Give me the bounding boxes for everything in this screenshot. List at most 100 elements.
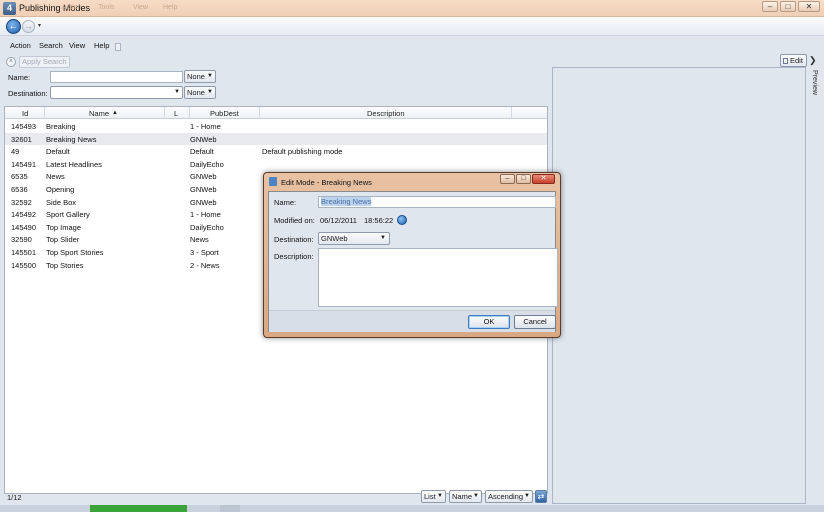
menu-help[interactable]: Help: [94, 41, 109, 50]
menu-action[interactable]: Action: [10, 41, 31, 50]
table-row[interactable]: 32601 Breaking News GNWeb: [5, 132, 547, 146]
cell-name: News: [46, 172, 65, 182]
column-header-description[interactable]: Description: [367, 109, 405, 118]
chevron-down-icon: ▼: [174, 89, 180, 95]
column-separator[interactable]: [511, 107, 512, 119]
dialog-body: Name: Breaking News Modified on: 06/12/2…: [268, 191, 558, 332]
taskbar-item[interactable]: [220, 505, 240, 512]
cell-id: 145492: [11, 210, 37, 220]
chevron-down-icon: ▼: [207, 73, 213, 79]
destination-filter-dropdown[interactable]: ▼: [50, 86, 183, 99]
back-arrow-icon[interactable]: ←: [6, 19, 21, 34]
view-mode-dropdown[interactable]: List ▼: [421, 490, 446, 503]
cell-pubdest: GNWeb: [190, 185, 217, 194]
dialog-description-input[interactable]: [318, 248, 558, 307]
cell-pubdest: News: [190, 235, 209, 245]
ghost-menu-view: View: [133, 4, 149, 11]
name-operator-dropdown[interactable]: None ▼: [184, 70, 216, 83]
column-separator[interactable]: [259, 107, 260, 119]
menu-view[interactable]: View: [69, 41, 85, 50]
dialog-app-icon: [269, 177, 277, 186]
dialog-title: Edit Mode - Breaking News: [281, 178, 372, 187]
dialog-minimize-button[interactable]: –: [500, 174, 515, 184]
sort-field-value: Name: [452, 492, 473, 501]
chevron-right-icon[interactable]: ❯: [809, 55, 817, 66]
column-separator[interactable]: [164, 107, 165, 119]
edit-button-label: Edit: [790, 56, 803, 65]
cell-name: Sport Gallery: [46, 210, 90, 220]
modified-date: 06/12/2011: [320, 216, 357, 225]
dialog-destination-dropdown[interactable]: GNWeb ▼: [318, 232, 390, 245]
cell-id: 32601: [11, 134, 32, 144]
edit-mode-dialog: Edit Mode - Breaking News – □ ✕ Name: Br…: [263, 172, 561, 338]
destination-operator-value: None: [187, 88, 205, 97]
cell-id: 145501: [11, 248, 37, 257]
dialog-name-input[interactable]: Breaking News: [318, 196, 556, 208]
cell-id: 145490: [11, 222, 37, 232]
cell-id: 6535: [11, 172, 28, 182]
cell-pubdest: 2 - News: [190, 260, 220, 270]
grid-header: Id Name ▲ L PubDest Description: [5, 107, 547, 119]
destination-operator-dropdown[interactable]: None ▼: [184, 86, 216, 99]
column-separator[interactable]: [44, 107, 45, 119]
dialog-footer: OK Cancel: [269, 310, 556, 332]
cell-name: Top Image: [46, 222, 82, 232]
dialog-description-label: Description:: [274, 252, 314, 261]
taskbar-active-item[interactable]: [90, 505, 187, 512]
column-header-name[interactable]: Name: [89, 109, 109, 118]
maximize-button[interactable]: □: [780, 1, 796, 12]
edit-icon: [783, 58, 788, 64]
sort-field-dropdown[interactable]: Name ▼: [449, 490, 482, 503]
column-header-l[interactable]: L: [174, 109, 178, 118]
collapse-search-icon[interactable]: ˄: [6, 57, 16, 67]
cell-pubdest: DailyEcho: [190, 222, 224, 232]
cell-pubdest: 1 - Home: [190, 210, 221, 220]
edit-button[interactable]: Edit: [780, 54, 807, 67]
title-bar: 4 Publishing Modes Action Tools View Hel…: [0, 0, 824, 17]
cell-id: 145493: [11, 122, 37, 131]
table-row[interactable]: 49 Default Default Default publishing mode: [5, 145, 547, 158]
record-count: 1/12: [7, 493, 22, 502]
cell-name: Top Stories: [46, 260, 84, 270]
column-header-pubdest[interactable]: PubDest: [210, 109, 239, 118]
apply-search-button[interactable]: Apply Search: [19, 56, 70, 68]
close-button[interactable]: ✕: [798, 1, 820, 12]
cell-name: Opening: [46, 185, 75, 194]
globe-icon[interactable]: [397, 215, 407, 225]
cell-name: Breaking News: [46, 134, 97, 144]
cell-pubdest: Default: [190, 147, 214, 157]
cell-name: Breaking: [46, 122, 76, 131]
refresh-icon[interactable]: ⇄: [535, 490, 547, 503]
cell-pubdest: GNWeb: [190, 172, 217, 182]
sort-ascending-icon: ▲: [112, 110, 118, 116]
app-icon: 4: [3, 2, 16, 15]
view-mode-value: List: [424, 492, 436, 501]
dialog-close-button[interactable]: ✕: [532, 174, 555, 184]
table-row[interactable]: 145491 Latest Headlines DailyEcho: [5, 158, 547, 171]
ok-button[interactable]: OK: [468, 315, 510, 329]
modified-on-label: Modified on:: [274, 216, 315, 225]
forward-arrow-icon[interactable]: →: [22, 20, 35, 33]
sort-order-value: Ascending: [488, 492, 524, 501]
cancel-button[interactable]: Cancel: [514, 315, 556, 329]
menu-grip-icon[interactable]: [115, 43, 121, 51]
table-row[interactable]: 145493 Breaking 1 - Home: [5, 120, 547, 133]
cell-name: Top Slider: [46, 235, 80, 245]
chevron-down-icon: ▼: [473, 493, 479, 499]
preview-tab[interactable]: Preview: [806, 70, 818, 120]
cell-id: 49: [11, 147, 20, 157]
column-header-id[interactable]: Id: [22, 109, 28, 118]
cell-id: 145491: [11, 159, 37, 169]
name-filter-label: Name:: [8, 73, 31, 82]
chevron-down-icon: ▼: [207, 89, 213, 95]
menu-search[interactable]: Search: [39, 41, 63, 50]
chevron-down-icon: ▼: [380, 235, 386, 241]
sort-order-dropdown[interactable]: Ascending ▼: [485, 490, 533, 503]
minimize-button[interactable]: –: [762, 1, 778, 12]
name-filter-input[interactable]: [50, 71, 183, 83]
modified-time: 18:56:22: [364, 216, 394, 225]
navigation-bar: ← → ▾: [0, 17, 824, 36]
dialog-maximize-button[interactable]: □: [516, 174, 531, 184]
column-separator[interactable]: [189, 107, 190, 119]
history-dropdown-icon[interactable]: ▾: [38, 22, 41, 29]
